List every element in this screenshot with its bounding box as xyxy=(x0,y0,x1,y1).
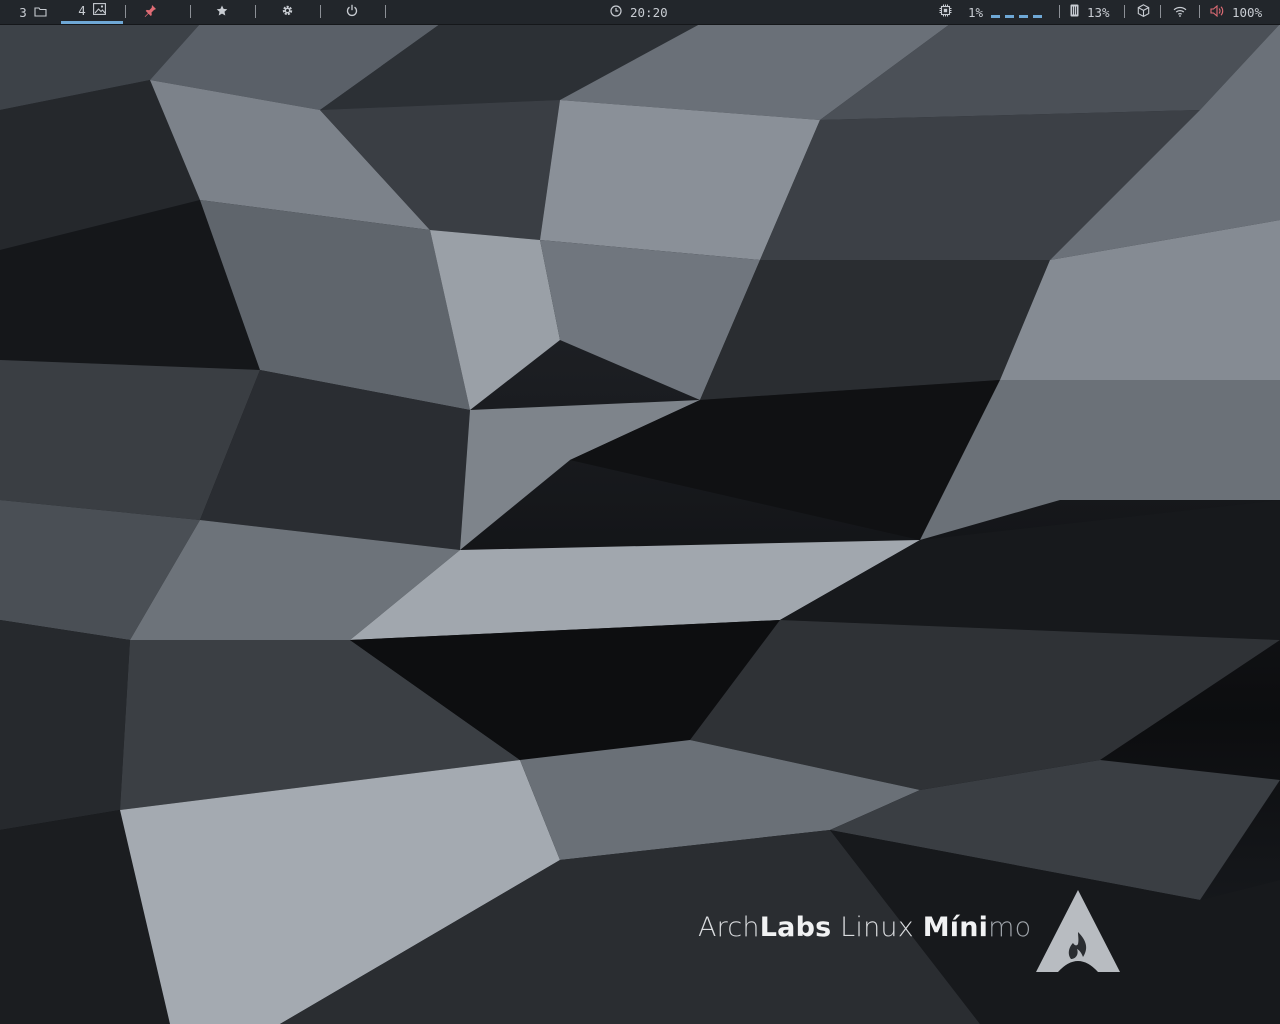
separator xyxy=(1160,5,1161,18)
cpu-graph-bar xyxy=(1033,15,1043,18)
memory-usage: 13% xyxy=(1087,4,1110,20)
brand-mo: mo xyxy=(988,912,1032,943)
gear-icon xyxy=(281,1,294,24)
power-menu-button[interactable] xyxy=(340,0,364,24)
cpu-graph-bar xyxy=(1005,15,1015,18)
separator xyxy=(1124,5,1125,18)
clock-icon xyxy=(610,1,622,24)
separator xyxy=(1199,5,1200,18)
workspace-number: 3 xyxy=(19,4,27,20)
power-icon xyxy=(346,1,358,24)
pin-launcher-button[interactable] xyxy=(138,0,162,24)
workspace-4-button[interactable]: 4 xyxy=(61,0,123,24)
image-icon xyxy=(92,0,106,22)
separator xyxy=(190,5,191,18)
memory-widget[interactable]: 13% xyxy=(1070,0,1110,24)
separator xyxy=(385,5,386,18)
cpu-widget[interactable]: 1% xyxy=(939,0,1043,24)
pin-icon xyxy=(144,1,157,24)
wifi-widget[interactable] xyxy=(1173,0,1187,24)
cpu-usage: 1% xyxy=(968,4,984,20)
wifi-icon xyxy=(1173,1,1187,24)
separator xyxy=(255,5,256,18)
folder-icon xyxy=(34,1,47,24)
top-panel: 3 4 20:20 1% 13% 100% xyxy=(0,0,1280,24)
archlabs-wordmark: ArchLabs Linux Mínimo xyxy=(698,912,1031,952)
favorites-button[interactable] xyxy=(210,0,234,24)
cpu-graph-bar xyxy=(991,15,1001,18)
volume-widget[interactable]: 100% xyxy=(1210,0,1262,24)
separator xyxy=(320,5,321,18)
separator xyxy=(125,5,126,18)
cpu-icon xyxy=(939,1,952,24)
archlabs-flame-logo xyxy=(1034,888,1122,978)
desktop-wallpaper xyxy=(0,0,1280,1024)
brand-arch: Arch xyxy=(698,912,760,943)
volume-level: 100% xyxy=(1232,4,1263,20)
memory-icon xyxy=(1070,1,1079,24)
brand-linux: Linux xyxy=(840,912,914,943)
cpu-graph-bar xyxy=(1019,15,1029,18)
clock-widget[interactable]: 20:20 xyxy=(610,0,668,24)
brand-mini: Míni xyxy=(922,912,989,943)
package-icon xyxy=(1137,1,1150,24)
workspace-number: 4 xyxy=(78,3,86,18)
separator xyxy=(1059,5,1060,18)
low-poly-pattern xyxy=(0,24,1280,1024)
cpu-graph xyxy=(991,6,1043,18)
workspace-3-button[interactable]: 3 xyxy=(8,0,58,24)
package-updates-widget[interactable] xyxy=(1137,0,1150,24)
clock-time: 20:20 xyxy=(630,4,668,20)
star-icon xyxy=(216,1,228,24)
brand-labs: Labs xyxy=(759,912,832,943)
settings-button[interactable] xyxy=(275,0,299,24)
volume-icon xyxy=(1210,1,1224,24)
